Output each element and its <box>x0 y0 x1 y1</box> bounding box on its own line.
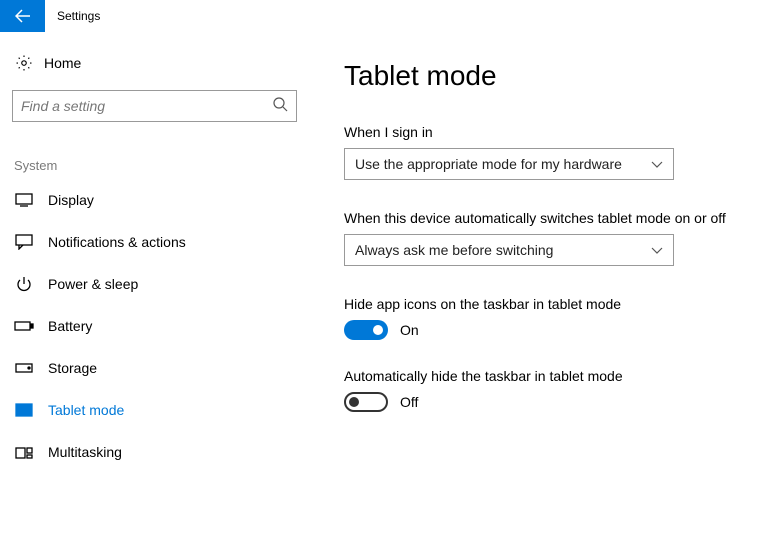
search-input[interactable] <box>21 98 272 114</box>
sidebar-item-multitasking[interactable]: Multitasking <box>0 431 310 473</box>
storage-icon <box>14 363 34 373</box>
message-icon <box>14 234 34 250</box>
dropdown-value: Use the appropriate mode for my hardware <box>355 156 622 172</box>
hide-taskbar-label: Automatically hide the taskbar in tablet… <box>344 368 738 384</box>
toggle-state-text: Off <box>400 394 418 410</box>
toggle-knob <box>373 325 383 335</box>
sidebar-item-tablet-mode[interactable]: Tablet mode <box>0 389 310 431</box>
sidebar: Home System Display <box>0 32 310 473</box>
sidebar-item-label: Multitasking <box>48 444 122 460</box>
hide-taskbar-toggle[interactable] <box>344 392 388 412</box>
chevron-down-icon <box>651 242 663 258</box>
window-title: Settings <box>57 9 100 23</box>
sidebar-item-label: Tablet mode <box>48 402 124 418</box>
hide-icons-label: Hide app icons on the taskbar in tablet … <box>344 296 738 312</box>
sidebar-item-label: Battery <box>48 318 92 334</box>
tablet-icon <box>14 403 34 417</box>
search-icon <box>272 96 288 117</box>
toggle-knob <box>349 397 359 407</box>
sidebar-item-storage[interactable]: Storage <box>0 347 310 389</box>
sidebar-item-notifications[interactable]: Notifications & actions <box>0 221 310 263</box>
chevron-down-icon <box>651 156 663 172</box>
sidebar-item-home[interactable]: Home <box>0 32 310 90</box>
gear-icon <box>14 54 34 72</box>
signin-dropdown[interactable]: Use the appropriate mode for my hardware <box>344 148 674 180</box>
battery-icon <box>14 320 34 332</box>
hide-icons-toggle[interactable] <box>344 320 388 340</box>
search-input-container[interactable] <box>12 90 297 122</box>
toggle-state-text: On <box>400 322 419 338</box>
switch-mode-dropdown[interactable]: Always ask me before switching <box>344 234 674 266</box>
main-panel: Tablet mode When I sign in Use the appro… <box>310 32 758 473</box>
dropdown-value: Always ask me before switching <box>355 242 553 258</box>
sidebar-item-power[interactable]: Power & sleep <box>0 263 310 305</box>
sidebar-item-label: Notifications & actions <box>48 234 186 250</box>
monitor-icon <box>14 193 34 207</box>
sidebar-item-label: Home <box>44 55 81 71</box>
titlebar: Settings <box>0 0 758 32</box>
page-title: Tablet mode <box>344 60 738 92</box>
sidebar-item-label: Power & sleep <box>48 276 138 292</box>
multitasking-icon <box>14 445 34 459</box>
switch-mode-label: When this device automatically switches … <box>344 210 738 226</box>
arrow-left-icon <box>15 8 31 24</box>
signin-label: When I sign in <box>344 124 738 140</box>
sidebar-item-display[interactable]: Display <box>0 179 310 221</box>
sidebar-group-header: System <box>0 122 310 179</box>
power-icon <box>14 276 34 292</box>
sidebar-item-label: Display <box>48 192 94 208</box>
back-button[interactable] <box>0 0 45 32</box>
sidebar-item-label: Storage <box>48 360 97 376</box>
sidebar-item-battery[interactable]: Battery <box>0 305 310 347</box>
